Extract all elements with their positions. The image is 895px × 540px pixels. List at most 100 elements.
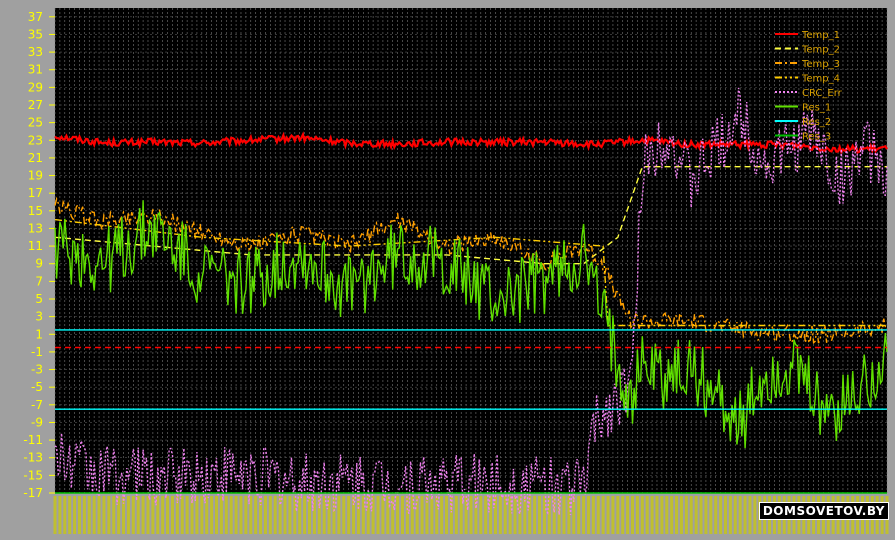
- x-tick-label: [440, 496, 444, 534]
- y-tick-label: -15: [23, 468, 43, 482]
- y-tick-label: 29: [28, 80, 43, 94]
- y-tick-label: 3: [35, 310, 43, 324]
- x-tick-label: [660, 496, 664, 534]
- x-tick-label: [371, 496, 375, 534]
- x-tick-label: [518, 496, 522, 534]
- x-tick-label: [303, 496, 307, 534]
- x-tick-label: [210, 496, 214, 534]
- x-tick-label: [249, 496, 253, 534]
- x-tick-label: [122, 496, 126, 534]
- x-tick-label: [728, 496, 732, 534]
- legend-label: Temp_2: [801, 45, 840, 56]
- y-tick-label: 5: [35, 292, 43, 306]
- x-tick-label: [161, 496, 165, 534]
- chart-svg: 373533312927252321191715131197531-1-3-5-…: [23, 8, 889, 534]
- x-tick-label: [503, 496, 507, 534]
- x-tick-label: [675, 496, 679, 534]
- y-tick-label: -1: [31, 345, 43, 359]
- x-tick-label: [180, 496, 184, 534]
- x-tick-label: [445, 496, 449, 534]
- y-tick-label: 31: [28, 63, 43, 77]
- x-tick-label: [655, 496, 659, 534]
- y-axis-ticks: 373533312927252321191715131197531-1-3-5-…: [23, 10, 55, 500]
- y-tick-label: 27: [28, 98, 43, 112]
- x-tick-label: [621, 496, 625, 534]
- x-tick-label: [410, 496, 414, 534]
- x-tick-label: [484, 496, 488, 534]
- x-tick-label: [342, 496, 346, 534]
- x-tick-label: [738, 496, 742, 534]
- x-tick-label: [53, 496, 57, 534]
- x-tick-label: [611, 496, 615, 534]
- x-tick-label: [493, 496, 497, 534]
- x-tick-label: [719, 496, 723, 534]
- x-tick-label: [626, 496, 630, 534]
- x-tick-label: [415, 496, 419, 534]
- y-tick-label: 1: [35, 327, 43, 341]
- x-tick-label: [533, 496, 537, 534]
- x-tick-label: [709, 496, 713, 534]
- x-tick-label: [586, 496, 590, 534]
- x-tick-label: [469, 496, 473, 534]
- x-tick-label: [288, 496, 292, 534]
- y-tick-label: 17: [28, 186, 43, 200]
- x-tick-label: [582, 496, 586, 534]
- x-tick-label: [156, 496, 160, 534]
- x-tick-label: [215, 496, 219, 534]
- x-tick-label: [239, 496, 243, 534]
- x-tick-label: [97, 496, 101, 534]
- x-tick-label: [146, 496, 150, 534]
- x-tick-label: [376, 496, 380, 534]
- x-tick-label: [307, 496, 311, 534]
- x-tick-label: [170, 496, 174, 534]
- y-tick-label: -11: [23, 433, 43, 447]
- y-tick-label: 11: [28, 239, 43, 253]
- x-tick-label: [298, 496, 302, 534]
- legend-label: Temp_3: [801, 59, 840, 70]
- x-tick-label: [63, 496, 67, 534]
- y-tick-label: -7: [31, 398, 43, 412]
- y-tick-label: -13: [23, 451, 43, 465]
- x-tick-label: [151, 496, 155, 534]
- x-tick-label: [381, 496, 385, 534]
- y-tick-label: 15: [28, 204, 43, 218]
- x-tick-label: [684, 496, 688, 534]
- x-tick-label: [263, 496, 267, 534]
- x-tick-label: [454, 496, 458, 534]
- x-tick-label: [366, 496, 370, 534]
- x-tick-label: [68, 496, 72, 534]
- x-tick-label: [195, 496, 199, 534]
- x-tick-label: [596, 496, 600, 534]
- x-tick-label: [645, 496, 649, 534]
- legend-label: CRC_Err: [802, 88, 843, 99]
- x-tick-label: [254, 496, 258, 534]
- x-tick-label: [753, 496, 757, 534]
- x-tick-label: [268, 496, 272, 534]
- x-tick-label: [513, 496, 517, 534]
- x-tick-label: [635, 496, 639, 534]
- x-tick-label: [723, 496, 727, 534]
- x-tick-label: [102, 496, 106, 534]
- legend-label: Res_1: [802, 103, 831, 114]
- x-tick-label: [224, 496, 228, 534]
- y-tick-label: 35: [28, 27, 43, 41]
- x-tick-label: [141, 496, 145, 534]
- x-tick-label: [400, 496, 404, 534]
- x-tick-label: [107, 496, 111, 534]
- y-tick-label: -17: [23, 486, 43, 500]
- y-tick-label: 23: [28, 133, 43, 147]
- legend-label: Res_3: [802, 132, 831, 143]
- watermark: DOMSOVETOV.BY: [758, 502, 889, 520]
- x-tick-label: [631, 496, 635, 534]
- x-tick-label: [337, 496, 341, 534]
- x-tick-label: [523, 496, 527, 534]
- y-tick-label: 25: [28, 116, 43, 130]
- y-tick-label: 13: [28, 221, 43, 235]
- x-tick-label: [356, 496, 360, 534]
- x-tick-label: [577, 496, 581, 534]
- x-tick-label: [200, 496, 204, 534]
- x-tick-label: [562, 496, 566, 534]
- x-tick-label: [606, 496, 610, 534]
- x-tick-label: [312, 496, 316, 534]
- x-tick-label: [73, 496, 77, 534]
